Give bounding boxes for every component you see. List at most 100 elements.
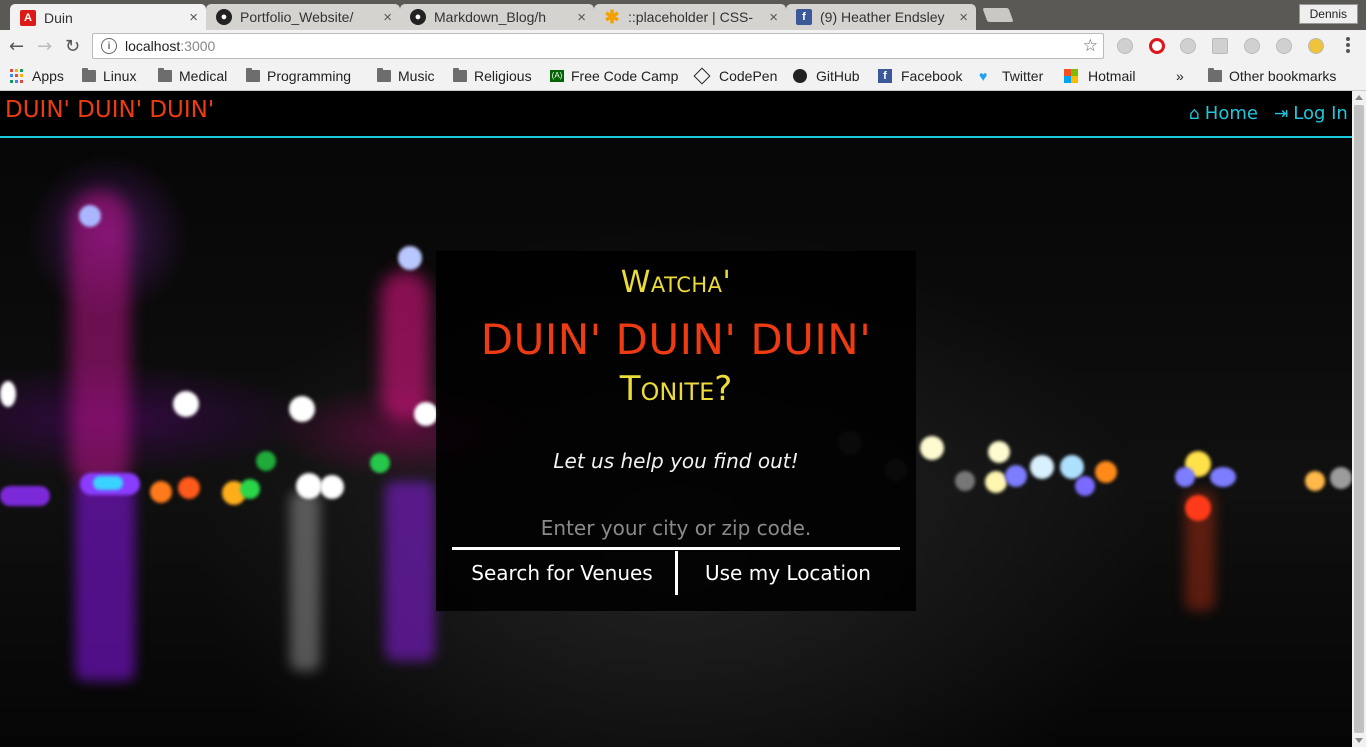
tab-title: Duin <box>44 9 73 26</box>
bookmark-label: Music <box>398 68 435 84</box>
css-tricks-icon: ✱ <box>604 6 620 27</box>
sign-in-icon: ⇥ <box>1274 103 1289 124</box>
bookmark-star-icon[interactable]: ☆ <box>1083 36 1098 56</box>
address-bar[interactable]: i localhost:3000 ☆ <box>92 33 1104 59</box>
bookmark-folder-music[interactable]: Music <box>377 68 435 84</box>
bookmark-free-code-camp[interactable]: (A) Free Code Camp <box>550 68 678 84</box>
browser-toolbar: ← → ↻ i localhost:3000 ☆ <box>0 30 1366 63</box>
bookmark-label: Programming <box>267 68 352 84</box>
apps-grid-icon <box>10 69 24 83</box>
bookmark-label: GitHub <box>816 68 860 84</box>
github-icon: ● <box>410 9 426 25</box>
bookmark-label: Free Code Camp <box>571 68 679 84</box>
github-icon <box>793 69 807 83</box>
folder-icon <box>82 68 96 82</box>
folder-icon <box>1208 68 1222 82</box>
forward-icon[interactable]: → <box>37 36 52 57</box>
bookmark-folder-programming[interactable]: Programming <box>246 68 351 84</box>
tab-portfolio-website[interactable]: ● Portfolio_Website/ × <box>206 4 400 30</box>
bookmark-folder-other[interactable]: Other bookmarks <box>1208 68 1336 84</box>
nav-home-label: Home <box>1204 103 1258 124</box>
page-scrollbar[interactable] <box>1352 91 1366 747</box>
folder-icon <box>453 68 467 82</box>
hero-duin-heading: DUIN' DUIN' DUIN' <box>480 315 872 364</box>
info-icon[interactable]: i <box>101 38 117 54</box>
tab-facebook[interactable]: f (9) Heather Endsley × <box>786 4 976 30</box>
bookmark-apps[interactable]: Apps <box>10 68 64 84</box>
twitter-icon: ♥ <box>979 68 988 84</box>
owl-extension-icon[interactable] <box>1308 38 1324 54</box>
tab-markdown-blog[interactable]: ● Markdown_Blog/h × <box>400 4 594 30</box>
bookmark-facebook[interactable]: f Facebook <box>878 68 962 84</box>
angular-icon: A <box>20 9 36 26</box>
button-divider <box>675 551 678 595</box>
search-venues-button[interactable]: Search for Venues <box>452 551 672 595</box>
freecodecamp-icon: (A) <box>550 70 564 82</box>
bookmarks-overflow-button[interactable]: » <box>1176 68 1184 84</box>
extension-icon[interactable] <box>1212 38 1228 54</box>
nav-login-link[interactable]: ⇥ Log In <box>1274 103 1348 124</box>
bookmark-codepen[interactable]: CodePen <box>693 67 778 85</box>
microsoft-icon <box>1064 69 1078 83</box>
bookmark-twitter[interactable]: ♥ Twitter <box>979 68 1043 84</box>
browser-tab-strip: A Duin × ● Portfolio_Website/ × ● Markdo… <box>0 0 1366 31</box>
facebook-icon: f <box>878 69 892 83</box>
tab-close-icon[interactable]: × <box>577 9 586 26</box>
tab-close-icon[interactable]: × <box>959 9 968 26</box>
nav-login-label: Log In <box>1293 103 1348 124</box>
hero-tagline: Let us help you find out! <box>553 449 799 473</box>
tab-title: Portfolio_Website/ <box>240 9 354 25</box>
extension-icon[interactable] <box>1180 38 1196 54</box>
tab-close-icon[interactable]: × <box>383 9 392 26</box>
bookmark-label: Linux <box>103 68 137 84</box>
tab-duin[interactable]: A Duin × <box>10 4 206 31</box>
tab-css-tricks[interactable]: ✱ ::placeholder | CSS- × <box>594 4 786 30</box>
profile-button[interactable]: Dennis <box>1298 4 1358 24</box>
bookmarks-bar: Apps Linux Medical Programming Music Rel… <box>0 63 1366 91</box>
browser-menu-icon[interactable] <box>1346 37 1350 55</box>
tab-close-icon[interactable]: × <box>189 9 198 26</box>
bookmark-label: Religious <box>474 68 532 84</box>
bookmark-hotmail[interactable]: Hotmail <box>1064 68 1135 84</box>
chevron-right-icon: » <box>1176 68 1184 84</box>
folder-icon <box>158 68 172 82</box>
scroll-down-icon[interactable] <box>1355 738 1363 743</box>
bookmark-label: Other bookmarks <box>1229 68 1337 84</box>
url-port: :3000 <box>180 38 216 54</box>
bookmark-label: Hotmail <box>1088 68 1136 84</box>
reload-icon[interactable]: ↻ <box>65 36 80 57</box>
bookmark-folder-religious[interactable]: Religious <box>453 68 532 84</box>
nav-home-link[interactable]: ⌂ Home <box>1189 103 1258 124</box>
scrollbar-thumb[interactable] <box>1354 105 1364 733</box>
home-icon: ⌂ <box>1189 103 1200 124</box>
codepen-icon <box>693 67 711 85</box>
extension-icon[interactable] <box>1244 38 1260 54</box>
bookmark-folder-linux[interactable]: Linux <box>82 68 136 84</box>
github-icon: ● <box>216 9 232 25</box>
bookmark-label: CodePen <box>719 68 778 84</box>
page-viewport: DUIN' DUIN' DUIN' ⌂ Home ⇥ Log In Watcha… <box>0 91 1352 747</box>
facebook-icon: f <box>796 9 812 25</box>
tab-title: (9) Heather Endsley <box>820 9 945 25</box>
extension-icon[interactable] <box>1276 38 1292 54</box>
bookmark-label: Twitter <box>1002 68 1044 84</box>
bookmark-label: Apps <box>32 68 64 84</box>
folder-icon <box>377 68 391 82</box>
bookmark-github[interactable]: GitHub <box>793 68 860 84</box>
hero-watcha-heading: Watcha' <box>620 265 732 300</box>
tab-title: Markdown_Blog/h <box>434 9 547 25</box>
url-host: localhost <box>125 38 181 54</box>
city-zip-input[interactable] <box>452 508 900 550</box>
tab-title: ::placeholder | CSS- <box>628 9 754 25</box>
opera-icon[interactable] <box>1149 38 1165 54</box>
back-icon[interactable]: ← <box>9 36 24 57</box>
hero-tonite-heading: Tonite? <box>619 369 733 409</box>
tab-close-icon[interactable]: × <box>769 9 778 26</box>
brand-logo-link[interactable]: DUIN' DUIN' DUIN' <box>5 97 214 123</box>
new-tab-button[interactable] <box>982 8 1014 22</box>
extension-icon[interactable] <box>1117 38 1133 54</box>
scroll-up-icon[interactable] <box>1355 95 1363 100</box>
use-my-location-button[interactable]: Use my Location <box>680 551 896 595</box>
bookmark-folder-medical[interactable]: Medical <box>158 68 227 84</box>
folder-icon <box>246 68 260 82</box>
